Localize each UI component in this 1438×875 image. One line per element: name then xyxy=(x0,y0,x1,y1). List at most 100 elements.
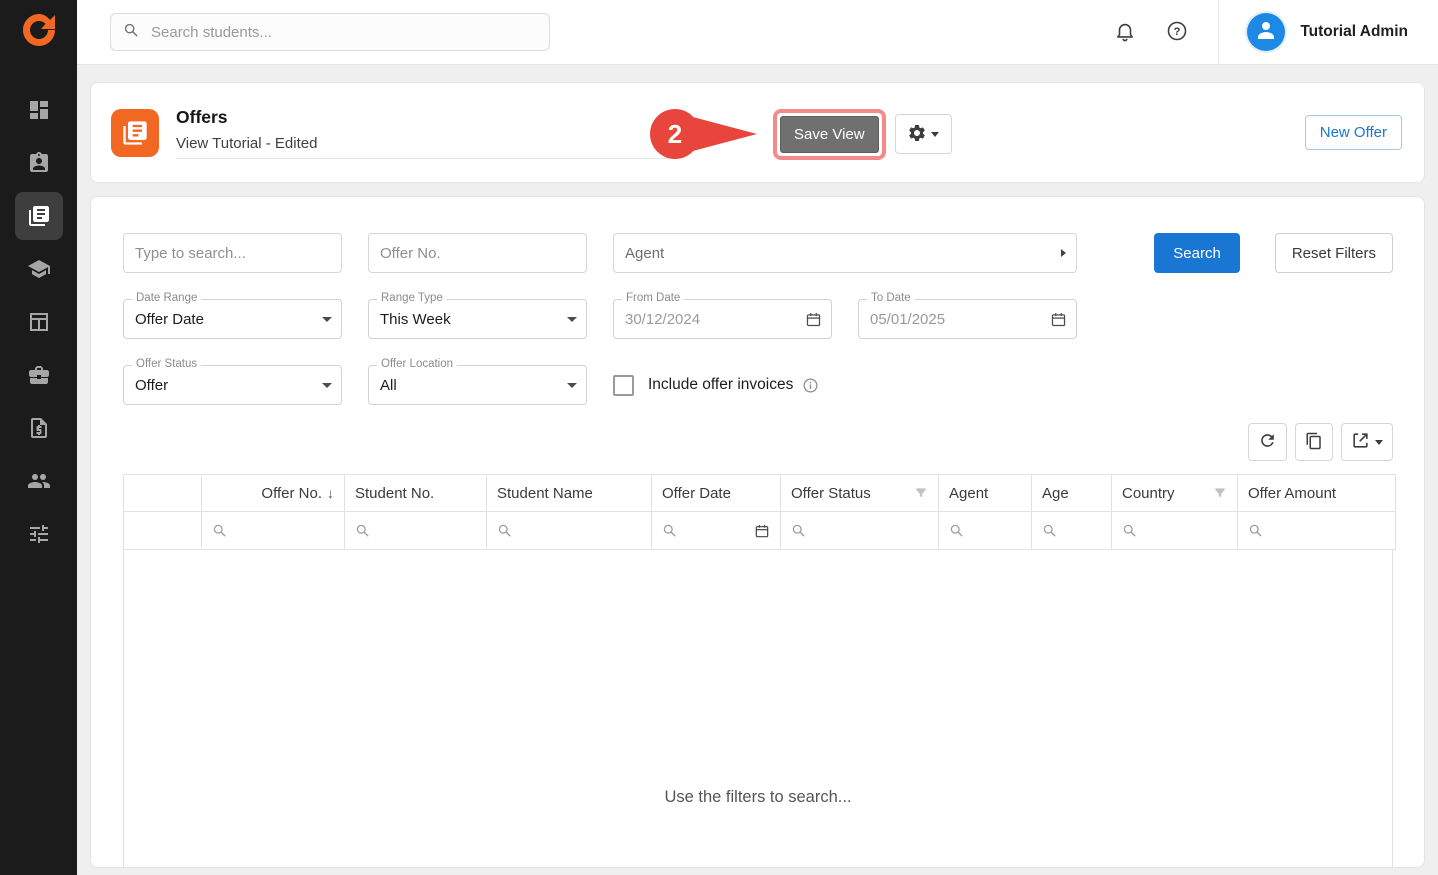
chevron-down-icon xyxy=(1375,440,1383,445)
column-header-offer-status[interactable]: Offer Status xyxy=(781,475,939,512)
global-search-input[interactable] xyxy=(149,23,537,42)
help-icon: ? xyxy=(1166,20,1188,45)
calendar-icon[interactable] xyxy=(1050,311,1067,328)
refresh-icon xyxy=(1258,431,1277,453)
settings-icon xyxy=(15,510,63,558)
boards-icon xyxy=(15,298,63,346)
chevron-down-icon xyxy=(567,383,577,388)
column-header-country[interactable]: Country xyxy=(1112,475,1238,512)
column-header-offer-amount[interactable]: Offer Amount xyxy=(1238,475,1396,512)
offer-status-select[interactable]: Offer Status Offer xyxy=(123,365,342,405)
sidebar-item-offers[interactable] xyxy=(0,189,77,242)
sidebar-item-boards[interactable] xyxy=(0,295,77,348)
column-header-agent[interactable]: Agent xyxy=(939,475,1032,512)
date-range-value: Offer Date xyxy=(135,311,322,328)
invoices-icon xyxy=(15,404,63,452)
calendar-icon[interactable] xyxy=(805,311,822,328)
column-header-offer-date[interactable]: Offer Date xyxy=(652,475,781,512)
reset-filters-button[interactable]: Reset Filters xyxy=(1275,233,1393,273)
column-chooser-button[interactable] xyxy=(1295,423,1333,461)
info-icon[interactable] xyxy=(802,377,819,394)
export-icon xyxy=(1351,431,1370,453)
range-type-select[interactable]: Range Type This Week xyxy=(368,299,587,339)
user-menu[interactable]: Tutorial Admin xyxy=(1218,0,1438,64)
column-header-offer-no[interactable]: Offer No.↓ xyxy=(202,475,345,512)
filter-cell-student-no[interactable] xyxy=(345,512,487,550)
chevron-down-icon xyxy=(931,132,939,137)
sidebar-item-courses[interactable] xyxy=(0,242,77,295)
annotation-highlight: Save View xyxy=(773,109,886,160)
column-header-student-no[interactable]: Student No. xyxy=(345,475,487,512)
grid-header-table: Offer No.↓Student No.Student NameOffer D… xyxy=(123,474,1396,550)
filter-cell-agent[interactable] xyxy=(939,512,1032,550)
date-range-select[interactable]: Date Range Offer Date xyxy=(123,299,342,339)
dashboard-icon xyxy=(15,86,63,134)
svg-text:?: ? xyxy=(1174,25,1181,37)
filter-cell-offer-amount[interactable] xyxy=(1238,512,1396,550)
new-offer-button[interactable]: New Offer xyxy=(1305,115,1402,150)
grid-body: Use the filters to search... xyxy=(123,550,1393,867)
search-icon xyxy=(662,523,677,538)
header-filter-icon[interactable] xyxy=(1213,486,1227,500)
search-icon xyxy=(1248,523,1263,538)
agent-select-placeholder: Agent xyxy=(625,245,1061,262)
view-settings-button[interactable] xyxy=(895,114,952,154)
column-header-age[interactable]: Age xyxy=(1032,475,1112,512)
column-chooser-icon xyxy=(1305,432,1323,453)
offers-icon xyxy=(15,192,63,240)
chevron-down-icon xyxy=(567,317,577,322)
to-date-label: To Date xyxy=(867,292,915,306)
sidebar-item-invoices[interactable] xyxy=(0,401,77,454)
view-name[interactable]: View Tutorial - Edited xyxy=(176,135,676,159)
filter-cell-offer-no[interactable] xyxy=(202,512,345,550)
keyword-search-input[interactable] xyxy=(123,233,342,273)
page-title: Offers xyxy=(176,107,676,128)
help-button[interactable]: ? xyxy=(1158,12,1196,53)
save-view-button[interactable]: Save View xyxy=(780,116,879,153)
from-date-label: From Date xyxy=(622,292,684,306)
grid-toolbar xyxy=(123,423,1393,461)
topbar: ? Tutorial Admin xyxy=(77,0,1438,65)
from-date-field[interactable]: From Date 30/12/2024 xyxy=(613,299,832,339)
sidebar-item-agents[interactable] xyxy=(0,454,77,507)
column-header-student-name[interactable]: Student Name xyxy=(487,475,652,512)
agent-select[interactable]: Agent xyxy=(613,233,1077,273)
sidebar-item-dashboard[interactable] xyxy=(0,83,77,136)
grid-empty-message: Use the filters to search... xyxy=(664,788,851,806)
svg-text:2: 2 xyxy=(668,119,682,149)
offer-status-value: Offer xyxy=(135,377,322,394)
offers-grid: Offer No.↓Student No.Student NameOffer D… xyxy=(123,474,1393,867)
sidebar-item-settings[interactable] xyxy=(0,507,77,560)
sidebar-nav xyxy=(0,65,77,560)
to-date-field[interactable]: To Date 05/01/2025 xyxy=(858,299,1077,339)
offer-location-value: All xyxy=(380,377,567,394)
filter-cell-age[interactable] xyxy=(1032,512,1112,550)
sidebar-item-services[interactable] xyxy=(0,348,77,401)
filter-cell-country[interactable] xyxy=(1112,512,1238,550)
notifications-button[interactable] xyxy=(1106,12,1144,53)
search-icon xyxy=(1122,523,1137,538)
main-content: Offers View Tutorial - Edited 2 Save Vie… xyxy=(77,65,1438,875)
services-icon xyxy=(15,351,63,399)
search-icon xyxy=(1042,523,1057,538)
calendar-icon[interactable] xyxy=(754,523,770,539)
global-search[interactable] xyxy=(110,13,550,51)
offer-no-input[interactable] xyxy=(368,233,587,273)
filter-row-3: Offer Status Offer Offer Location All In… xyxy=(123,365,1393,405)
offer-location-select[interactable]: Offer Location All xyxy=(368,365,587,405)
filter-cell-offer-date[interactable] xyxy=(652,512,781,550)
sidebar-item-students[interactable] xyxy=(0,136,77,189)
export-button[interactable] xyxy=(1341,423,1393,461)
filter-cell-student-name[interactable] xyxy=(487,512,652,550)
search-button[interactable]: Search xyxy=(1154,233,1240,273)
filter-cell-offer-status[interactable] xyxy=(781,512,939,550)
annotation-arrow-icon: 2 xyxy=(649,107,759,161)
include-invoices-checkbox[interactable] xyxy=(613,375,634,396)
app-logo[interactable] xyxy=(0,0,77,65)
header-filter-icon[interactable] xyxy=(914,486,928,500)
filters-card: Agent Search Reset Filters Date Range Of… xyxy=(90,196,1425,868)
refresh-button[interactable] xyxy=(1248,423,1287,461)
offers-page-icon xyxy=(111,109,159,157)
gear-icon xyxy=(907,123,927,146)
tutorial-annotation: 2 Save View xyxy=(649,107,952,161)
